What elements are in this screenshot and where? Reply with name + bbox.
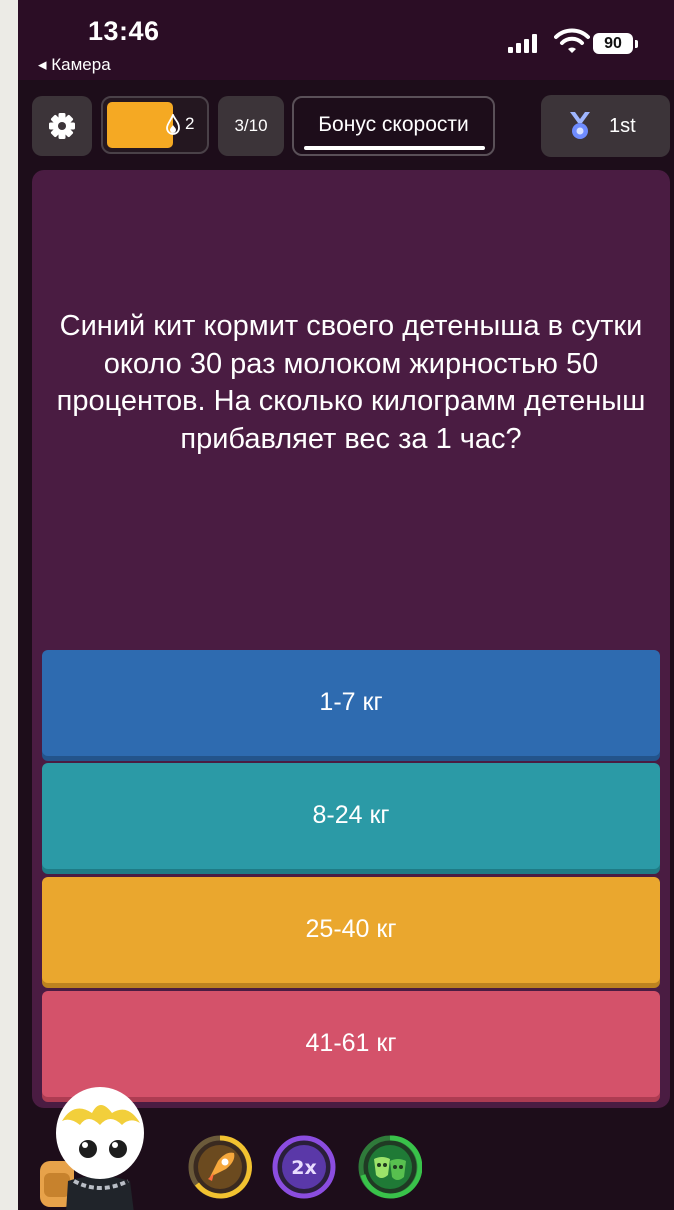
status-bar: 13:46 ◂ Камера 90 xyxy=(18,0,674,80)
question-counter: 3/10 xyxy=(218,96,284,156)
rank-label: 1st xyxy=(609,115,636,137)
rocket-icon xyxy=(188,1135,252,1199)
signal-icon xyxy=(508,33,548,53)
wifi-icon xyxy=(554,28,590,53)
quiz-screen: 13:46 ◂ Камера 90 2 3/10 Бонус скорости … xyxy=(18,0,674,1210)
quiz-top-bar: 2 3/10 Бонус скорости 1st xyxy=(18,90,674,160)
rank-button[interactable]: 1st xyxy=(541,95,670,157)
answer-option-2[interactable]: 8-24 кг xyxy=(42,763,660,869)
answer-option-4[interactable]: 41-61 кг xyxy=(42,991,660,1097)
masks-icon xyxy=(358,1135,423,1199)
streak-meter: 2 xyxy=(101,96,209,154)
double-points-icon: 2x xyxy=(272,1135,336,1199)
speed-bonus-label: Бонус скорости xyxy=(318,113,469,136)
back-to-camera-link[interactable]: ◂ Камера xyxy=(38,55,111,75)
status-time: 13:46 xyxy=(88,16,160,46)
question-text: Синий кит кормит своего детеныша в сутки… xyxy=(56,310,646,456)
double-points-powerup-button[interactable]: 2x xyxy=(272,1135,336,1199)
gear-icon xyxy=(49,113,75,139)
question-card: Синий кит кормит своего детеныша в сутки… xyxy=(32,170,670,1108)
speed-bonus-bar xyxy=(304,146,485,150)
rocket-powerup-button[interactable] xyxy=(188,1135,252,1199)
settings-button[interactable] xyxy=(32,96,92,156)
flame-icon xyxy=(166,114,180,135)
speed-bonus-indicator: Бонус скорости xyxy=(292,96,495,156)
player-avatar xyxy=(40,1087,144,1210)
streak-count: 2 xyxy=(185,114,195,133)
battery-icon: 90 xyxy=(593,33,633,54)
medal-icon xyxy=(570,112,590,139)
double-points-label: 2x xyxy=(291,1157,316,1179)
answer-option-1[interactable]: 1-7 кг xyxy=(42,650,660,756)
masks-powerup-button[interactable] xyxy=(358,1135,423,1199)
streak-progress-fill xyxy=(107,102,173,148)
battery-tip xyxy=(635,40,638,48)
answer-option-3[interactable]: 25-40 кг xyxy=(42,877,660,983)
